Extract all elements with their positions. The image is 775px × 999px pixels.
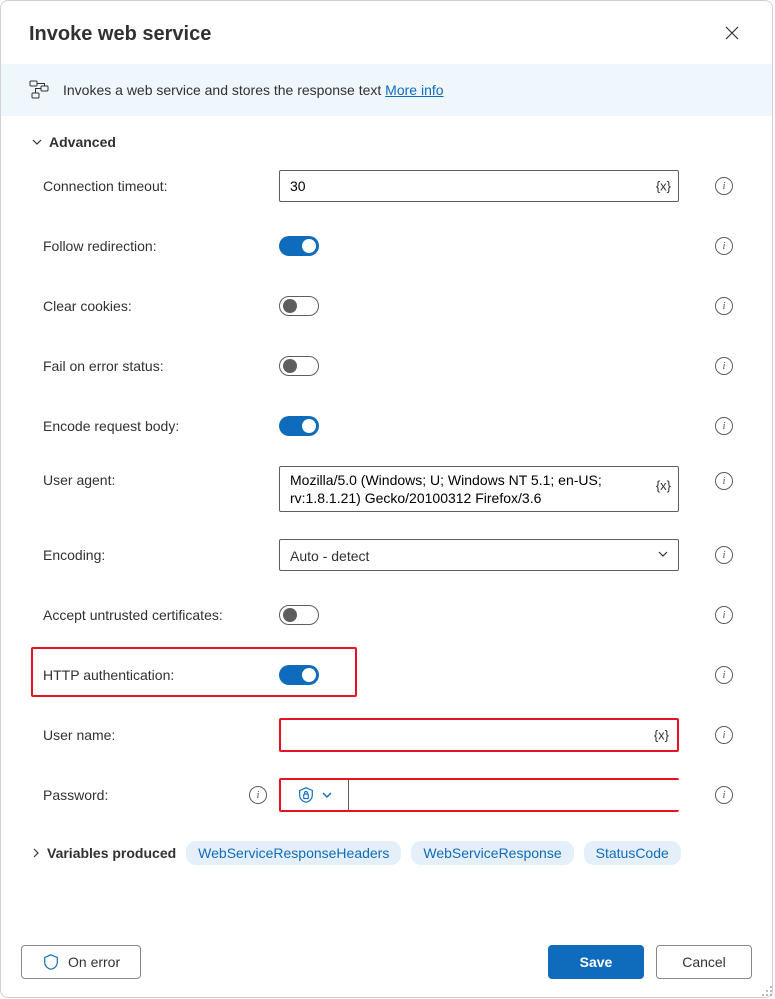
- username-input[interactable]: [281, 720, 677, 750]
- row-user-agent: User agent: {x} i: [31, 466, 742, 515]
- password-type-dropdown[interactable]: [281, 780, 349, 810]
- info-icon[interactable]: i: [715, 726, 733, 744]
- dialog-header: Invoke web service: [1, 1, 772, 64]
- info-icon[interactable]: i: [715, 666, 733, 684]
- encoding-select[interactable]: Auto - detect: [279, 539, 679, 571]
- row-follow-redirection: Follow redirection: i: [31, 226, 742, 266]
- section-advanced-label: Advanced: [49, 134, 116, 150]
- chevron-down-icon: [321, 789, 333, 801]
- info-icon[interactable]: i: [715, 177, 733, 195]
- resize-grip-icon[interactable]: [759, 983, 773, 997]
- row-encoding: Encoding: Auto - detect i: [31, 535, 742, 575]
- label-clear-cookies: Clear cookies:: [43, 298, 132, 314]
- info-icon[interactable]: i: [715, 606, 733, 624]
- variable-chip[interactable]: WebServiceResponseHeaders: [186, 841, 401, 865]
- save-button[interactable]: Save: [548, 945, 644, 979]
- label-encoding: Encoding:: [43, 547, 105, 563]
- follow-redirection-toggle[interactable]: [279, 236, 319, 256]
- dialog-title: Invoke web service: [29, 23, 211, 46]
- variables-produced-header[interactable]: Variables produced: [31, 845, 176, 861]
- row-connection-timeout: Connection timeout: {x} i: [31, 166, 742, 206]
- row-fail-on-error: Fail on error status: i: [31, 346, 742, 386]
- info-icon[interactable]: i: [249, 786, 267, 804]
- info-icon[interactable]: i: [715, 237, 733, 255]
- variable-token-button[interactable]: {x}: [654, 728, 669, 743]
- info-icon[interactable]: i: [715, 546, 733, 564]
- chevron-right-icon: [31, 845, 41, 861]
- connection-timeout-input[interactable]: [279, 170, 679, 202]
- info-icon[interactable]: i: [715, 417, 733, 435]
- row-clear-cookies: Clear cookies: i: [31, 286, 742, 326]
- shield-icon: [42, 953, 60, 971]
- row-encode-body: Encode request body: i: [31, 406, 742, 446]
- variables-produced-label: Variables produced: [47, 845, 176, 861]
- more-info-link[interactable]: More info: [385, 82, 443, 98]
- on-error-button[interactable]: On error: [21, 945, 141, 979]
- variable-token-button[interactable]: {x}: [656, 179, 671, 194]
- clear-cookies-toggle[interactable]: [279, 296, 319, 316]
- label-follow-redirection: Follow redirection:: [43, 238, 157, 254]
- description-text: Invokes a web service and stores the res…: [63, 82, 444, 98]
- label-encode-body: Encode request body:: [43, 418, 179, 434]
- cancel-button[interactable]: Cancel: [656, 945, 752, 979]
- content-area: Advanced Connection timeout: {x} i Follo…: [1, 116, 772, 927]
- label-fail-on-error: Fail on error status:: [43, 358, 164, 374]
- row-username: User name: {x} i: [31, 715, 742, 755]
- user-agent-input[interactable]: [279, 466, 679, 512]
- close-icon: [724, 25, 740, 41]
- password-input[interactable]: [349, 780, 681, 810]
- info-icon[interactable]: i: [715, 297, 733, 315]
- variable-chip[interactable]: StatusCode: [584, 841, 681, 865]
- label-connection-timeout: Connection timeout:: [43, 178, 168, 194]
- info-icon[interactable]: i: [715, 786, 733, 804]
- section-advanced-header[interactable]: Advanced: [31, 134, 742, 150]
- dialog-footer: On error Save Cancel: [1, 927, 772, 997]
- accept-untrusted-toggle[interactable]: [279, 605, 319, 625]
- label-accept-untrusted: Accept untrusted certificates:: [43, 607, 223, 623]
- description-bar: Invokes a web service and stores the res…: [1, 64, 772, 116]
- on-error-label: On error: [68, 954, 120, 970]
- close-button[interactable]: [720, 21, 744, 48]
- chevron-down-icon: [31, 136, 43, 148]
- row-accept-untrusted: Accept untrusted certificates: i: [31, 595, 742, 635]
- row-variables-produced: Variables produced WebServiceResponseHea…: [31, 835, 742, 875]
- label-username: User name:: [43, 727, 115, 743]
- lock-shield-icon: [297, 786, 315, 804]
- variable-token-button[interactable]: {x}: [656, 478, 671, 493]
- info-icon[interactable]: i: [715, 472, 733, 490]
- fail-on-error-toggle[interactable]: [279, 356, 319, 376]
- row-password: Password: i: [31, 775, 742, 815]
- dialog: Invoke web service Invokes a web service…: [0, 0, 773, 998]
- webservice-icon: [29, 80, 49, 100]
- label-password: Password:: [43, 787, 108, 803]
- encode-body-toggle[interactable]: [279, 416, 319, 436]
- info-icon[interactable]: i: [715, 357, 733, 375]
- label-user-agent: User agent:: [43, 472, 115, 488]
- variable-chip[interactable]: WebServiceResponse: [411, 841, 573, 865]
- http-auth-toggle[interactable]: [279, 665, 319, 685]
- row-http-auth: HTTP authentication: i: [31, 655, 742, 695]
